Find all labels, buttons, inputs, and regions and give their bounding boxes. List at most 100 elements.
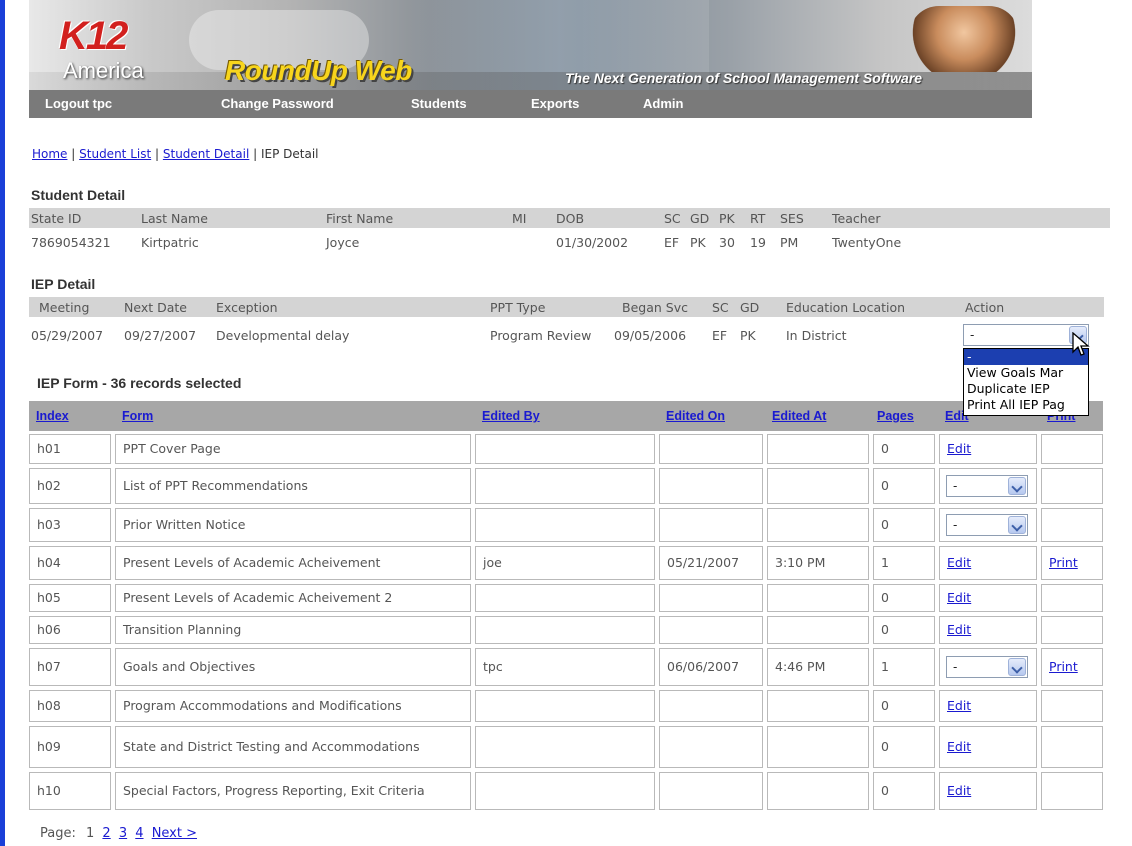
print-link[interactable]: Print [1049,660,1078,674]
cell-edited-by: tpc [475,648,655,686]
table-row: h03 Prior Written Notice 0- [29,508,1103,542]
sort-form[interactable]: Form [122,409,153,423]
edit-link[interactable]: Edit [947,784,971,798]
page-link-3[interactable]: 3 [119,826,127,841]
cell-edited-at [767,772,869,810]
edit-link[interactable]: Edit [947,623,971,637]
cell-edited-by [475,616,655,644]
cell-edited-on [659,690,763,722]
table-row: h04 Present Levels of Academic Acheivemen… [29,546,1103,580]
cell-edited-at [767,584,869,612]
edit-select[interactable]: - [946,656,1028,678]
chevron-down-icon[interactable] [1008,477,1026,495]
cell-index: h02 [29,468,111,504]
cell-edit: Edit [939,434,1037,464]
cell-edit: - [939,648,1037,686]
cell-index: h06 [29,616,111,644]
nav-students[interactable]: Students [411,96,467,111]
edit-link[interactable]: Edit [947,442,971,456]
cell-edit: Edit [939,690,1037,722]
education-location-value: In District [786,328,847,343]
action-option[interactable]: Print All IEP Pag [964,397,1088,413]
breadcrumb-student-detail[interactable]: Student Detail [163,147,249,161]
chevron-down-icon[interactable] [1008,658,1026,676]
next-page-link[interactable]: Next > [152,826,197,841]
table-row: h01 PPT Cover Page 0 Edit [29,434,1103,464]
cell-edited-on: 05/21/2007 [659,546,763,580]
action-option[interactable]: Duplicate IEP [964,381,1088,397]
col-began-svc: Began Svc [622,300,688,315]
sort-edited-at[interactable]: Edited At [772,409,826,423]
cell-index: h05 [29,584,111,612]
edit-select[interactable]: - [946,514,1028,536]
pk-value: 30 [719,235,735,250]
cell-edited-by: joe [475,546,655,580]
print-link[interactable]: Print [1049,556,1078,570]
breadcrumb-student-list[interactable]: Student List [79,147,151,161]
nav-admin[interactable]: Admin [643,96,683,111]
cell-edited-by [475,468,655,504]
cell-index: h03 [29,508,111,542]
col-first-name: First Name [326,211,394,226]
page-current: 1 [86,826,95,841]
cell-print: Print [1041,546,1103,580]
iep-form-title: IEP Form - 36 records selected [37,375,242,391]
cell-pages: 0 [873,434,935,464]
breadcrumb-home[interactable]: Home [32,147,67,161]
table-row: h02 List of PPT Recommendations 0- [29,468,1103,504]
cell-print [1041,772,1103,810]
cell-form: Transition Planning [115,616,471,644]
teacher-value: TwentyOne [832,235,902,250]
sort-edited-by[interactable]: Edited By [482,409,540,423]
cell-edited-by [475,690,655,722]
col-sc: SC [664,211,681,226]
edit-link[interactable]: Edit [947,556,971,570]
chevron-down-icon[interactable] [1008,516,1026,534]
last-name-value: Kirtpatric [141,235,199,250]
edit-select[interactable]: - [946,475,1028,497]
sort-edited-on[interactable]: Edited On [666,409,725,423]
edit-link[interactable]: Edit [947,699,971,713]
window-left-edge [0,0,5,846]
tagline: The Next Generation of School Management… [565,70,923,86]
cell-edited-on [659,726,763,768]
sort-index[interactable]: Index [36,409,69,423]
edit-link[interactable]: Edit [947,740,971,754]
cell-print [1041,434,1103,464]
cell-print [1041,726,1103,768]
nav-bar: Logout tpc Change Password Students Expo… [29,90,1032,118]
cell-pages: 0 [873,772,935,810]
cell-print [1041,468,1103,504]
cell-edited-on [659,772,763,810]
forms-table-header: Index Form Edited By Edited On Edited At… [29,401,1103,431]
action-option[interactable]: - [964,349,1088,365]
col-action: Action [965,300,1005,315]
nav-change-password[interactable]: Change Password [221,96,334,111]
sort-pages[interactable]: Pages [877,409,914,423]
cell-edit: Edit [939,772,1037,810]
action-option[interactable]: View Goals Mar [964,365,1088,381]
page-link-4[interactable]: 4 [135,826,143,841]
edit-link[interactable]: Edit [947,591,971,605]
cell-edit: Edit [939,726,1037,768]
action-options-list[interactable]: - View Goals Mar Duplicate IEP Print All… [963,348,1089,416]
col-rt: RT [750,211,766,226]
cell-edited-by [475,726,655,768]
nav-exports[interactable]: Exports [531,96,579,111]
cell-edit: - [939,468,1037,504]
col-pk: PK [719,211,735,226]
cell-edited-on [659,584,763,612]
breadcrumb-current: IEP Detail [260,147,319,161]
col-exception: Exception [216,300,278,315]
next-date-value: 09/27/2007 [124,328,197,343]
col-ppt-type: PPT Type [490,300,546,315]
cell-pages: 1 [873,648,935,686]
student-detail-title: Student Detail [31,187,126,203]
nav-logout[interactable]: Logout tpc [45,96,112,111]
dob-value: 01/30/2002 [556,235,629,250]
exception-value: Developmental delay [216,328,350,343]
cell-edit: Edit [939,584,1037,612]
cell-index: h01 [29,434,111,464]
page-link-2[interactable]: 2 [102,826,110,841]
table-row: h07 Goals and Objectives tpc 06/06/2007 4:46… [29,648,1103,686]
